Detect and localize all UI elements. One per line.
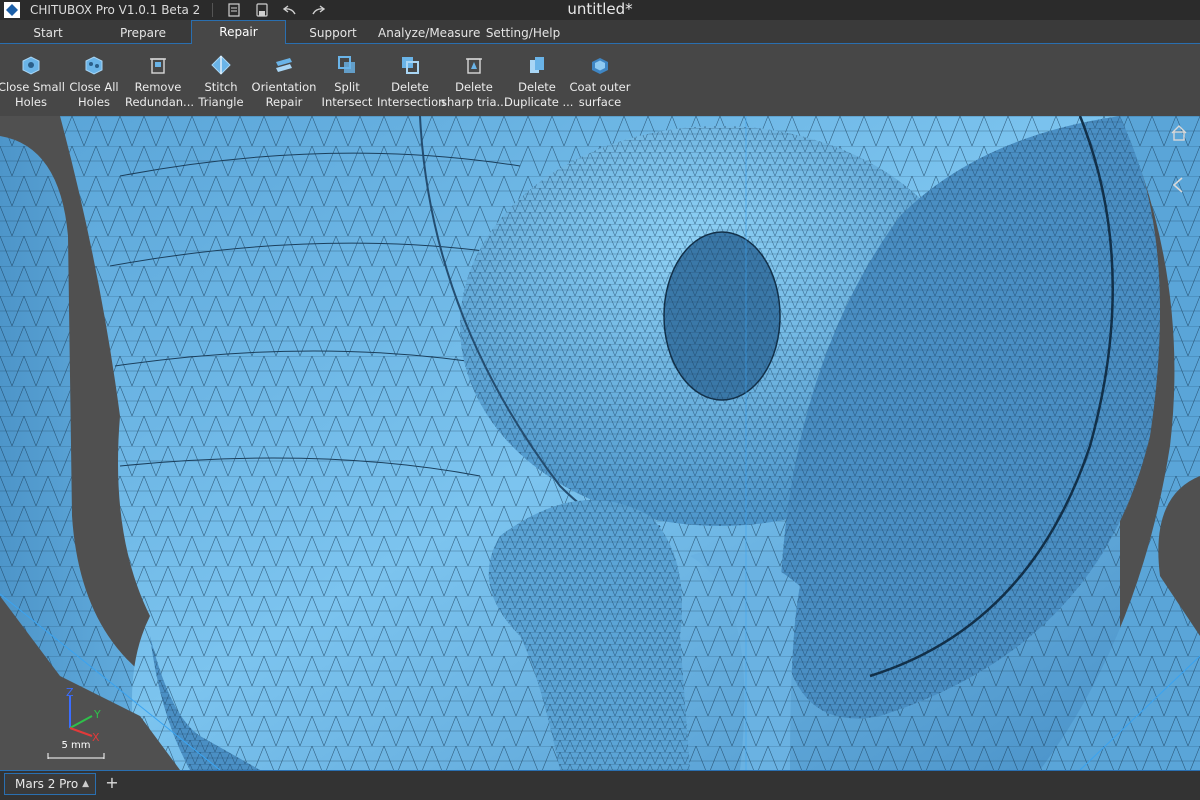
tool-label-line2: sharp tria... (441, 95, 508, 109)
tool-label-line1: Close Small (0, 80, 65, 94)
printer-select[interactable]: Mars 2 Pro ▲︎ (4, 773, 96, 795)
sort-arrows-icon: ▲︎ (82, 779, 89, 789)
printer-name: Mars 2 Pro (15, 777, 79, 791)
remove-redundant-button[interactable]: Remove Redundan... (125, 54, 195, 114)
repair-toolbar: Close Small Holes Close All Holes Remove… (0, 44, 1200, 116)
mesh-model (0, 116, 1200, 770)
delete-duplicate-button[interactable]: Delete Duplicate ... (504, 54, 574, 114)
tool-label-line1: Close All (69, 80, 119, 94)
scale-bar: 5 mm (46, 740, 106, 762)
logo-icon (4, 2, 20, 18)
redo-icon[interactable] (311, 3, 326, 17)
axis-z-label: Z (66, 688, 74, 699)
tab-start[interactable]: Start (8, 23, 88, 44)
tool-label-line2: Holes (78, 95, 110, 109)
tool-label-line2: Redundan... (125, 95, 195, 109)
tab-prepare[interactable]: Prepare (100, 23, 186, 44)
view-left-arrow-icon[interactable] (1170, 176, 1188, 194)
tab-repair[interactable]: Repair (191, 20, 286, 45)
tool-label-line2: Intersect (321, 95, 373, 109)
split-intersect-button[interactable]: Split Intersect (314, 54, 380, 114)
split-intersect-icon (338, 56, 355, 73)
tool-label-line2: Repair (265, 95, 303, 109)
close-all-holes-icon (85, 56, 103, 75)
tab-analyze-measure[interactable]: Analyze/Measure (378, 23, 480, 44)
tool-label-line2: Duplicate ... (504, 95, 574, 109)
app-name: CHITUBOX Pro V1.0.1 Beta 2 (30, 3, 201, 17)
tool-label-line1: Stitch (204, 80, 238, 94)
delete-intersection-button[interactable]: Delete Intersection (377, 54, 446, 114)
document-list-icon[interactable] (227, 3, 241, 17)
home-view-icon[interactable] (1170, 124, 1188, 142)
tool-label-line1: Delete (518, 80, 556, 94)
tool-label-line2: surface (578, 95, 622, 109)
axis-gizmo: Z Y X (66, 688, 101, 742)
close-small-holes-icon (22, 56, 40, 75)
save-icon[interactable] (255, 3, 269, 17)
tool-label-line1: Delete (455, 80, 493, 94)
delete-intersection-icon (402, 57, 419, 74)
ribbon-tabs: Start Prepare Repair Support Analyze/Mea… (0, 20, 1200, 45)
title-bar: CHITUBOX Pro V1.0.1 Beta 2 untitled* (0, 0, 1200, 20)
axis-y-label: Y (93, 708, 101, 721)
tool-label-line1: Orientation (251, 80, 317, 94)
orientation-repair-icon (276, 58, 292, 72)
tool-label-line1: Delete (391, 80, 429, 94)
scale-ruler (47, 753, 105, 759)
stitch-triangle-button[interactable]: Stitch Triangle (188, 54, 254, 114)
coat-outer-surface-button[interactable]: Coat outer surface (567, 54, 633, 114)
tool-label-line1: Remove (134, 80, 182, 94)
tool-label-line2: Triangle (198, 95, 244, 109)
close-all-holes-button[interactable]: Close All Holes (61, 54, 127, 114)
tab-setting-help[interactable]: Setting/Help (484, 23, 562, 44)
scale-label: 5 mm (61, 740, 91, 751)
tool-label-line2: Intersection (377, 95, 446, 109)
delete-duplicate-icon (530, 57, 544, 73)
remove-redundant-icon (150, 58, 166, 74)
delete-sharp-triangles-icon (466, 58, 482, 74)
coat-outer-surface-icon (592, 58, 608, 74)
tool-label-line2: Holes (15, 95, 47, 109)
delete-sharp-triangles-button[interactable]: Delete sharp tria... (441, 54, 507, 114)
add-printer-tab-button[interactable]: + (104, 773, 120, 793)
undo-icon[interactable] (283, 3, 297, 17)
tab-support[interactable]: Support (292, 23, 374, 44)
tool-label-line1: Coat outer (569, 80, 631, 94)
close-small-holes-button[interactable]: Close Small Holes (0, 54, 65, 114)
bottom-bar: Mars 2 Pro ▲︎ + (0, 770, 1200, 800)
divider (212, 3, 214, 17)
3d-viewport[interactable]: Z Y X 5 mm (0, 116, 1200, 770)
stitch-triangle-icon (211, 55, 231, 75)
orientation-repair-button[interactable]: Orientation Repair (251, 54, 317, 114)
tool-label-line1: Split (334, 80, 360, 94)
